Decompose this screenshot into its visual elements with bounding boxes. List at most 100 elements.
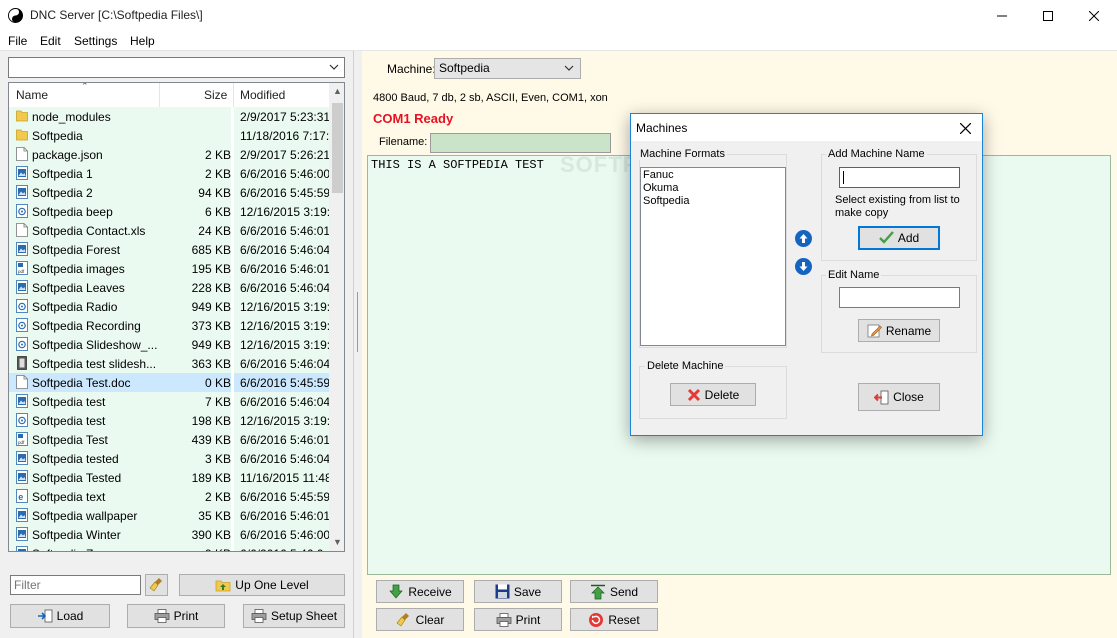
file-row[interactable]: Softpedia Test.doc 0 KB 6/6/2016 5:45:59: [9, 373, 329, 392]
column-size[interactable]: Size: [204, 88, 227, 102]
column-name[interactable]: Name: [16, 88, 48, 102]
file-list-scrollbar[interactable]: ▲ ▼: [329, 83, 344, 551]
file-name: Softpedia Contact.xls: [32, 224, 146, 238]
filename-input[interactable]: [430, 133, 611, 153]
menu-file[interactable]: File: [8, 34, 27, 48]
edit-name-input[interactable]: [839, 287, 960, 308]
file-row[interactable]: Softpedia Winter 390 KB 6/6/2016 5:46:00: [9, 525, 329, 544]
arrow-up-icon: [799, 234, 808, 243]
minimize-button[interactable]: [979, 0, 1025, 31]
up-one-level-button[interactable]: Up One Level: [179, 574, 345, 596]
file-name-cell: Softpedia Z: [9, 544, 159, 551]
machine-formats-list[interactable]: Fanuc Okuma Softpedia: [640, 167, 786, 346]
maximize-button[interactable]: [1025, 0, 1071, 31]
file-modified: 6/6/2016 5:46:04: [240, 281, 329, 295]
file-row[interactable]: Softpedia test 198 KB 12/16/2015 3:19:: [9, 411, 329, 430]
file-modified-cell: 6/6/2016 5:46:01: [234, 259, 329, 278]
scroll-up-icon[interactable]: ▲: [329, 83, 344, 100]
filter-input[interactable]: [10, 575, 141, 595]
format-item-softpedia[interactable]: Softpedia: [643, 195, 689, 207]
file-row[interactable]: Softpedia wallpaper 35 KB 6/6/2016 5:46:01: [9, 506, 329, 525]
file-row[interactable]: Softpedia Z 9 KB 6/6/2016 5:46:0: [9, 544, 329, 551]
file-row[interactable]: Softpedia tested 3 KB 6/6/2016 5:46:04: [9, 449, 329, 468]
file-modified-cell: 6/6/2016 5:46:00: [234, 164, 329, 183]
dialog-title-bar: Machines: [631, 114, 982, 141]
file-modified-cell: 12/16/2015 3:19:: [234, 411, 329, 430]
add-machine-name-input[interactable]: [839, 167, 960, 188]
file-row[interactable]: package.json 2 KB 2/9/2017 5:26:21: [9, 145, 329, 164]
move-up-button[interactable]: [795, 230, 812, 247]
delete-button[interactable]: Delete: [670, 383, 756, 406]
file-row[interactable]: Softpedia Slideshow_... 949 KB 12/16/2015 …: [9, 335, 329, 354]
file-row[interactable]: Softpedia Leaves 228 KB 6/6/2016 5:46:04: [9, 278, 329, 297]
scrollbar-thumb[interactable]: [332, 103, 343, 193]
file-modified-cell: 2/9/2017 5:23:31: [234, 107, 329, 126]
format-item-okuma[interactable]: Okuma: [643, 182, 678, 194]
file-size: 0 KB: [204, 376, 231, 390]
broom-icon: [149, 578, 162, 592]
file-row[interactable]: Softpedia 2 94 KB 6/6/2016 5:45:59: [9, 183, 329, 202]
send-button[interactable]: Send: [570, 580, 658, 603]
file-row[interactable]: Softpedia test 7 KB 6/6/2016 5:46:04: [9, 392, 329, 411]
file-modified-cell: 6/6/2016 5:45:59: [234, 487, 329, 506]
column-modified[interactable]: Modified: [240, 88, 285, 102]
print-file-button[interactable]: Print: [127, 604, 225, 628]
checkmark-icon: [878, 231, 894, 244]
file-name-cell: pdf Softpedia Test: [9, 430, 159, 449]
file-name: Softpedia beep: [32, 205, 113, 219]
file-icon: [16, 147, 28, 161]
rename-label: Rename: [885, 323, 932, 338]
menu-settings[interactable]: Settings: [74, 34, 117, 48]
move-down-button[interactable]: [795, 258, 812, 275]
file-name: Softpedia test slidesh...: [32, 357, 157, 371]
file-row[interactable]: pdf Softpedia Test 439 KB 6/6/2016 5:46:01: [9, 430, 329, 449]
file-row[interactable]: Softpedia Radio 949 KB 12/16/2015 3:19:: [9, 297, 329, 316]
filter-clear-button[interactable]: [145, 574, 168, 596]
format-item-fanuc[interactable]: Fanuc: [643, 169, 674, 181]
add-button[interactable]: Add: [858, 226, 940, 250]
file-modified-cell: 11/16/2015 11:48: [234, 468, 329, 487]
setup-sheet-button[interactable]: Setup Sheet: [243, 604, 345, 628]
load-button[interactable]: Load: [10, 604, 110, 628]
menu-edit[interactable]: Edit: [40, 34, 61, 48]
printer-icon: [154, 609, 170, 623]
file-row[interactable]: Softpedia 11/18/2016 7:17:: [9, 126, 329, 145]
file-row[interactable]: e Softpedia text 2 KB 6/6/2016 5:45:59: [9, 487, 329, 506]
file-modified-cell: 6/6/2016 5:46:01: [234, 506, 329, 525]
file-row[interactable]: Softpedia Contact.xls 24 KB 6/6/2016 5:46:…: [9, 221, 329, 240]
file-modified: 12/16/2015 3:19:: [240, 319, 329, 333]
file-name: Softpedia Winter: [32, 528, 121, 542]
file-name-cell: e Softpedia text: [9, 487, 159, 506]
scroll-down-icon[interactable]: ▼: [329, 534, 344, 551]
file-row[interactable]: pdf Softpedia images 195 KB 6/6/2016 5:46:0…: [9, 259, 329, 278]
close-window-button[interactable]: [1071, 0, 1117, 31]
path-combobox[interactable]: [8, 57, 345, 78]
dialog-close-text-button[interactable]: Close: [858, 383, 940, 411]
rename-button[interactable]: Rename: [858, 319, 940, 342]
send-label: Send: [609, 584, 639, 599]
machine-select[interactable]: Softpedia: [434, 58, 581, 79]
file-name: Softpedia 1: [32, 167, 93, 181]
save-button[interactable]: Save: [474, 580, 562, 603]
file-row[interactable]: node_modules 2/9/2017 5:23:31: [9, 107, 329, 126]
receive-button[interactable]: Receive: [376, 580, 464, 603]
reset-button[interactable]: Reset: [570, 608, 658, 631]
clear-button[interactable]: Clear: [376, 608, 464, 631]
file-row[interactable]: Softpedia test slidesh... 363 KB 6/6/2016 …: [9, 354, 329, 373]
file-row[interactable]: Softpedia 1 2 KB 6/6/2016 5:46:00: [9, 164, 329, 183]
file-size-cell: 3 KB: [159, 449, 231, 468]
yin-yang-icon: [8, 8, 23, 23]
file-size-cell: 198 KB: [159, 411, 231, 430]
file-list[interactable]: ⌃ Name Size Modified node_modules 2/9/201…: [8, 82, 345, 552]
dialog-close-button[interactable]: [953, 118, 977, 138]
file-size: 9 KB: [205, 547, 231, 551]
print-program-button[interactable]: Print: [474, 608, 562, 631]
menu-help[interactable]: Help: [130, 34, 155, 48]
file-name: Softpedia 2: [32, 186, 93, 200]
file-row[interactable]: Softpedia beep 6 KB 12/16/2015 3:19:: [9, 202, 329, 221]
file-row[interactable]: Softpedia Recording 373 KB 12/16/2015 3:19…: [9, 316, 329, 335]
file-modified: 6/6/2016 5:45:59: [240, 490, 329, 504]
file-size-cell: 228 KB: [159, 278, 231, 297]
file-row[interactable]: Softpedia Tested 189 KB 11/16/2015 11:48: [9, 468, 329, 487]
file-row[interactable]: Softpedia Forest 685 KB 6/6/2016 5:46:04: [9, 240, 329, 259]
